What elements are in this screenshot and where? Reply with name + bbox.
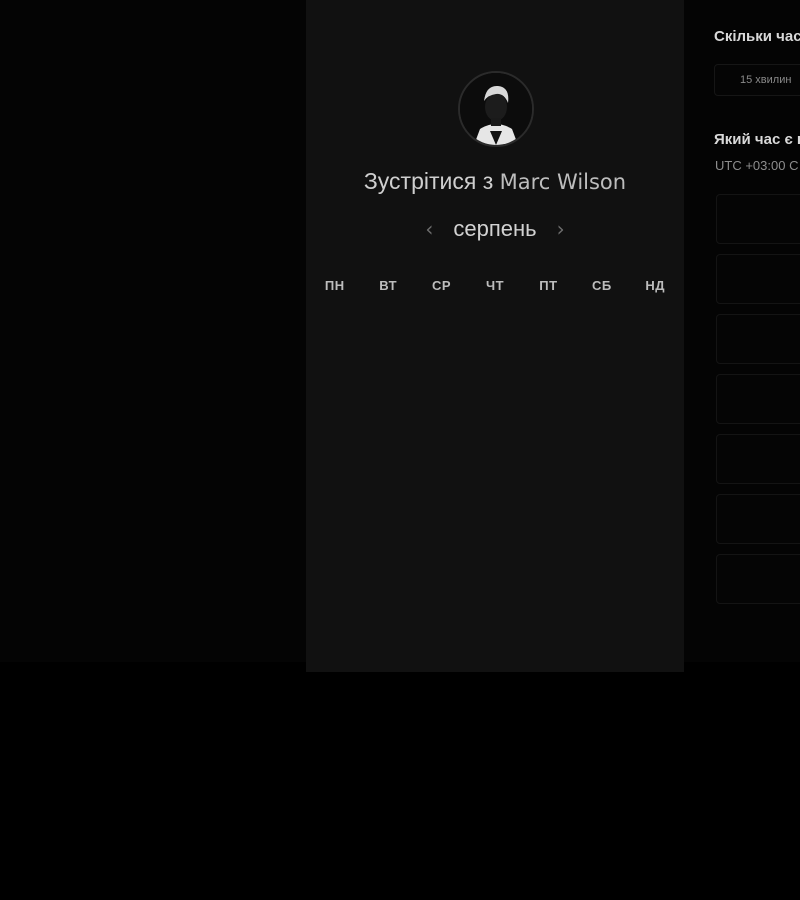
time-slot[interactable] — [716, 554, 800, 604]
weekday-wed: СР — [432, 278, 452, 293]
chevron-right-icon[interactable]: › — [551, 214, 571, 244]
chevron-left-icon[interactable]: ‹ — [419, 214, 439, 244]
weekday-sun: НД — [645, 278, 666, 293]
host-name: Marc Wilson — [499, 170, 627, 194]
weekday-mon: ПН — [324, 278, 345, 293]
time-slot[interactable] — [716, 374, 800, 424]
weekday-thu: ЧТ — [485, 278, 505, 293]
time-slot[interactable] — [716, 194, 800, 244]
weekday-fri: ПТ — [539, 278, 558, 293]
time-question: Який час є в — [714, 131, 800, 148]
duration-option-button[interactable]: 15 хвилин — [714, 64, 800, 96]
month-navigation: ‹ серпень › — [306, 214, 684, 244]
month-label: серпень — [453, 216, 537, 241]
scheduler-panel: Скільки час 15 хвилин Який час є в UTC +… — [700, 0, 800, 662]
time-slot[interactable] — [716, 254, 800, 304]
time-slot[interactable] — [716, 314, 800, 364]
duration-question: Скільки час — [714, 28, 800, 45]
page-title: Зустрітися з Marc Wilson — [306, 168, 684, 195]
weekday-tue: ВТ — [379, 278, 398, 293]
host-portrait-icon — [460, 73, 532, 145]
timezone-label[interactable]: UTC +03:00 C — [715, 158, 798, 173]
title-prefix: Зустрітися з — [363, 168, 494, 194]
time-slot-list — [716, 194, 800, 614]
weekday-header: ПН ВТ СР ЧТ ПТ СБ НД — [308, 278, 682, 293]
avatar — [458, 71, 534, 147]
booking-page: Зустрітися з Marc Wilson ‹ серпень › ПН … — [0, 0, 800, 900]
time-slot[interactable] — [716, 434, 800, 484]
weekday-sat: СБ — [591, 278, 612, 293]
time-slot[interactable] — [716, 494, 800, 544]
duration-option-label: 15 хвилин — [740, 74, 792, 86]
